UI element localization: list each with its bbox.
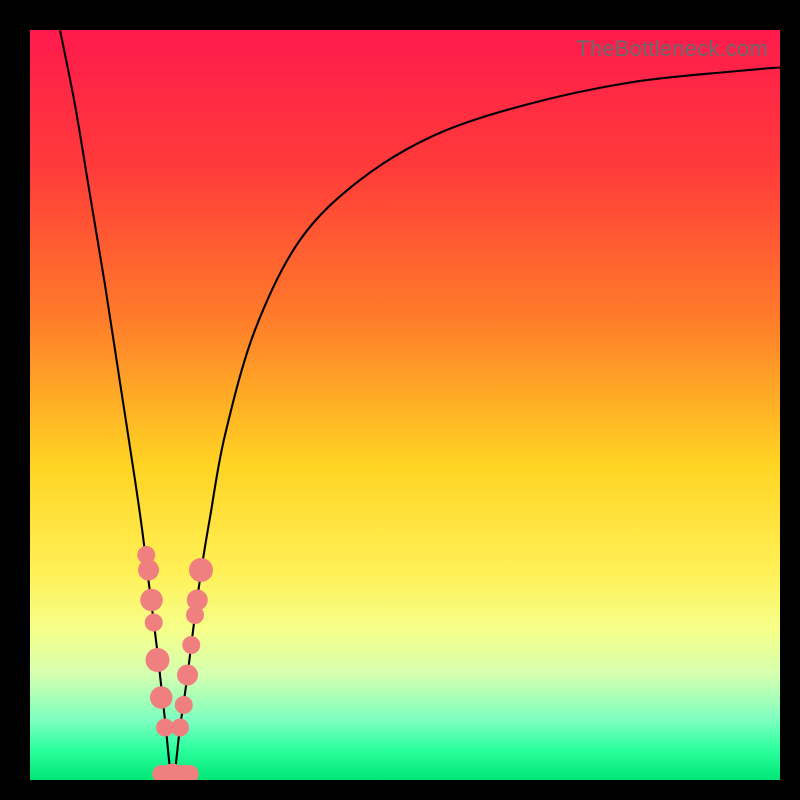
data-dot	[138, 560, 159, 581]
plot-area: TheBottleneck.com	[30, 30, 780, 780]
data-dot	[187, 590, 208, 611]
watermark-text: TheBottleneck.com	[576, 36, 768, 62]
data-dot	[171, 719, 189, 737]
data-dot	[150, 686, 173, 709]
data-dot	[146, 648, 170, 672]
data-dot	[177, 665, 198, 686]
data-dot	[189, 558, 213, 582]
data-dot	[182, 636, 200, 654]
data-dot	[145, 614, 163, 632]
data-dot	[140, 589, 163, 612]
data-dot	[175, 696, 193, 714]
bottleneck-curve	[60, 30, 780, 780]
chart-frame: TheBottleneck.com	[0, 0, 800, 800]
bottleneck-curve-svg	[30, 30, 780, 780]
